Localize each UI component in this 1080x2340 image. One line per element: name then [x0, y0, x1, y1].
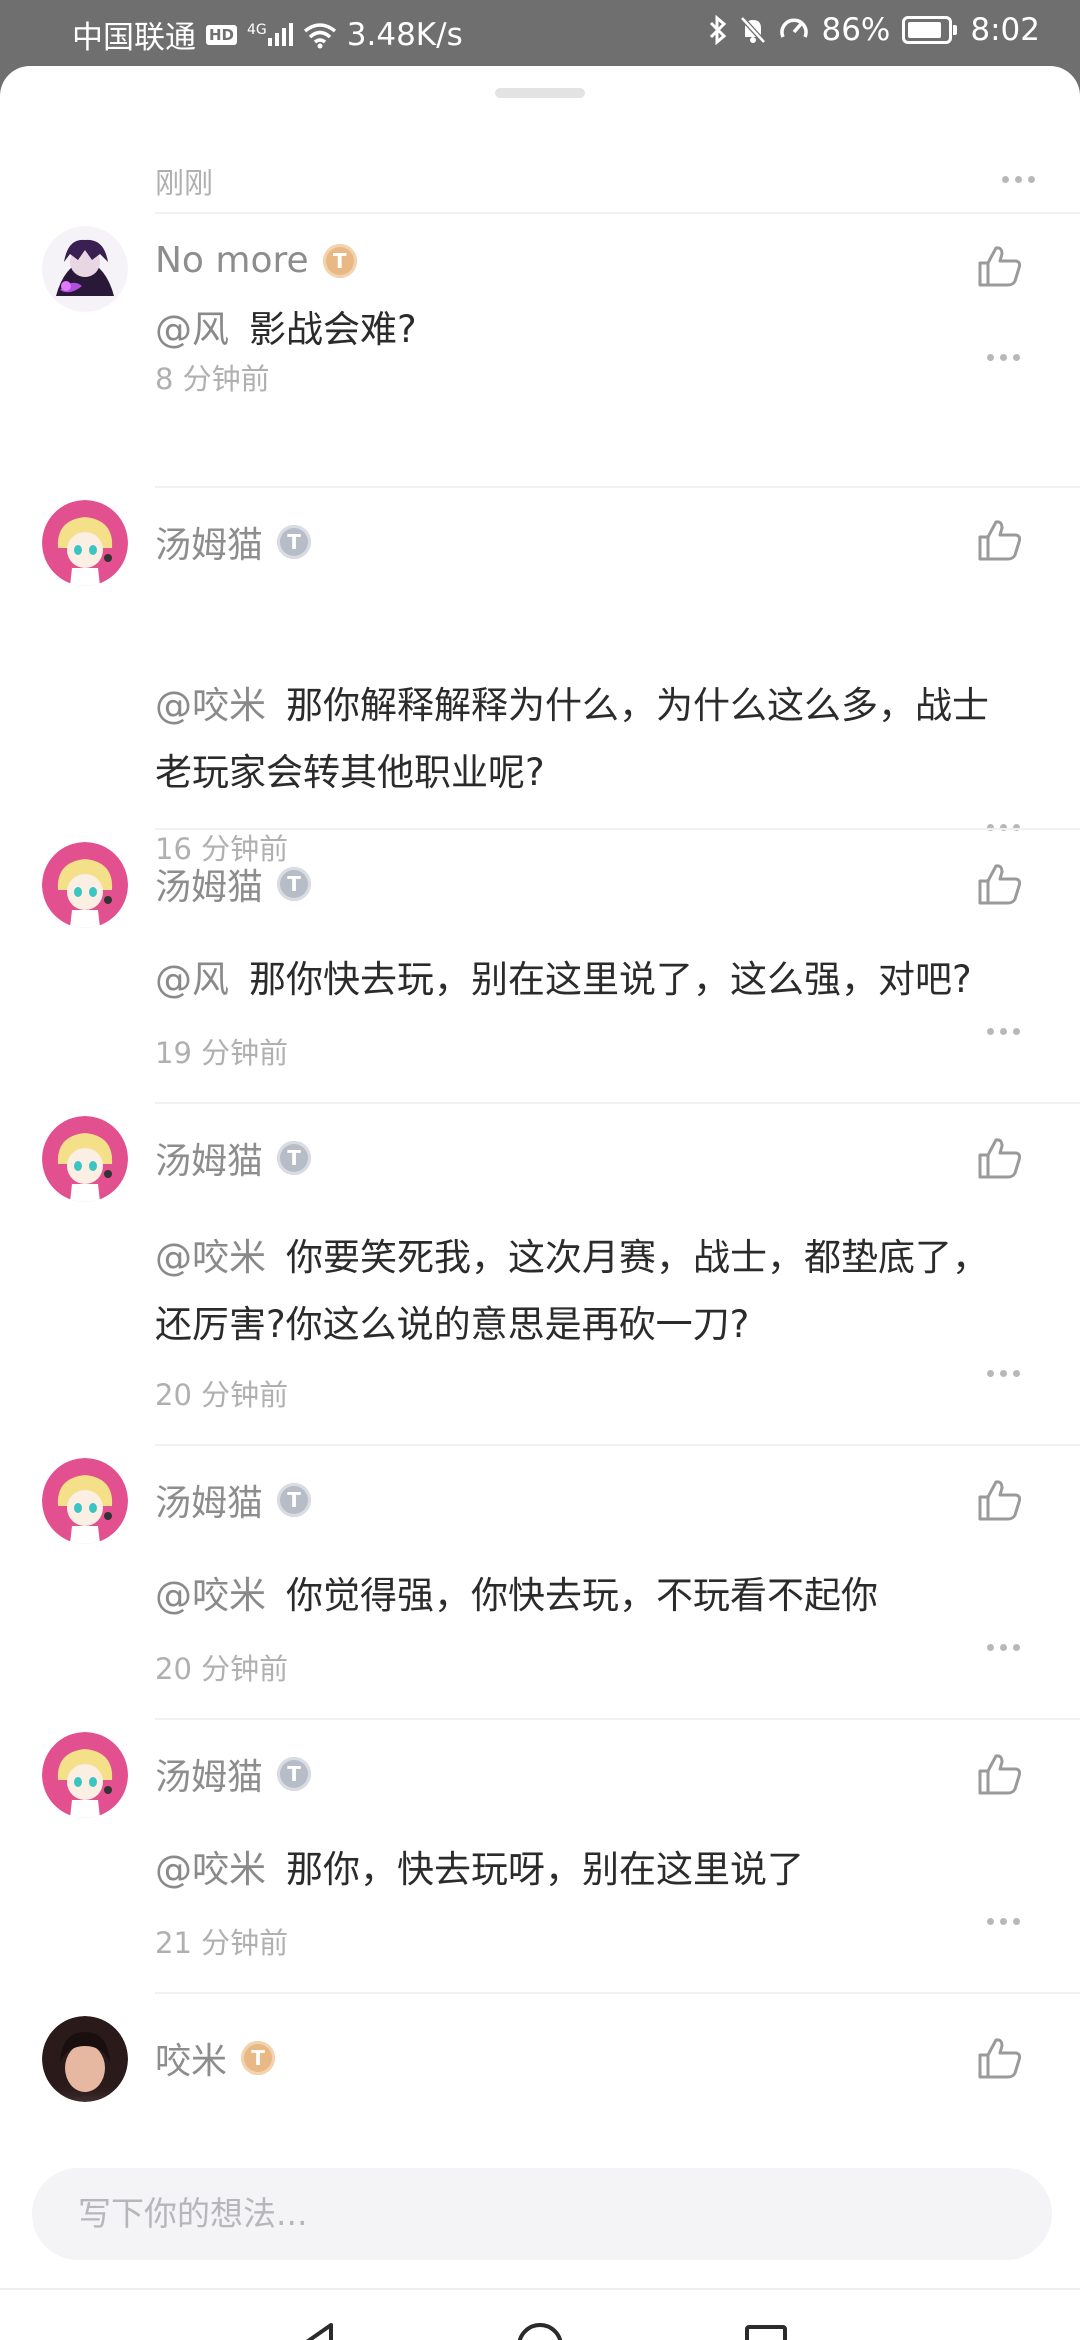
- thumbs-up-icon[interactable]: [977, 244, 1023, 288]
- recent-apps-icon[interactable]: [742, 2320, 790, 2340]
- divider: [155, 1718, 1080, 1720]
- more-icon[interactable]: [987, 1370, 1020, 1377]
- system-nav-bar: [0, 2288, 1080, 2340]
- comment-body: 那你，快去玩呀，别在这里说了: [286, 1848, 804, 1891]
- home-icon[interactable]: [514, 2320, 566, 2340]
- comment-text: @风 那你快去玩，别在这里说了，这么强，对吧?: [155, 946, 1025, 1013]
- author-name[interactable]: 汤姆猫: [155, 516, 263, 568]
- comment-author[interactable]: 汤姆猫 T: [155, 1748, 312, 1800]
- comment-text: @咬米 那你解释解释为什么，为什么这么多，战士老玩家会转其他职业呢?: [155, 672, 1025, 806]
- more-icon[interactable]: [987, 1644, 1020, 1651]
- comment-input[interactable]: 写下你的想法...: [32, 2168, 1052, 2260]
- comment-author[interactable]: 汤姆猫 T: [155, 1474, 312, 1526]
- avatar[interactable]: [42, 1458, 128, 1544]
- thumbs-up-icon[interactable]: [977, 2036, 1023, 2080]
- wifi-icon: [303, 21, 337, 49]
- comment-author[interactable]: 汤姆猫 T: [155, 516, 312, 568]
- status-bar: 中国联通 HD 4G 3.48K/s 86% 8:02: [0, 0, 1080, 64]
- network-type: 4G: [247, 21, 267, 38]
- back-icon[interactable]: [294, 2320, 338, 2340]
- author-name[interactable]: 汤姆猫: [155, 1474, 263, 1526]
- divider: [155, 212, 1080, 214]
- thumbs-up-icon[interactable]: [977, 518, 1023, 562]
- mention-link[interactable]: @咬米: [155, 684, 266, 727]
- comment-body: 影战会难?: [249, 308, 417, 351]
- comments-sheet: 刚刚 No more T @风 影战会难? 8 分钟前 汤姆猫 T @咬米 那你解释…: [0, 66, 1080, 2340]
- level-badge-icon: T: [241, 2041, 276, 2075]
- signal-icon: 4G: [247, 22, 293, 48]
- divider: [155, 828, 1080, 830]
- divider: [155, 1444, 1080, 1446]
- comment-text: @咬米 你要笑死我，这次月赛，战士，都垫底了，还厉害?你这么说的意思是再砍一刀?: [155, 1224, 1025, 1358]
- comment-body: 那你解释解释为什么，为什么这么多，战士老玩家会转其他职业呢?: [155, 684, 989, 794]
- author-name[interactable]: 汤姆猫: [155, 1748, 263, 1800]
- avatar[interactable]: [42, 1116, 128, 1202]
- author-name[interactable]: No more: [155, 240, 309, 281]
- sheet-drag-handle[interactable]: [495, 88, 585, 98]
- clock: 8:02: [970, 12, 1040, 48]
- avatar[interactable]: [42, 2016, 128, 2102]
- mention-link[interactable]: @咬米: [155, 1848, 266, 1891]
- level-badge-icon: T: [322, 243, 357, 278]
- thumbs-up-icon[interactable]: [977, 1478, 1023, 1522]
- avatar[interactable]: [42, 842, 128, 928]
- avatar[interactable]: [42, 500, 128, 586]
- level-badge-icon: T: [277, 1483, 312, 1517]
- bluetooth-icon: [709, 15, 727, 45]
- divider: [155, 1102, 1080, 1104]
- more-icon[interactable]: [987, 354, 1020, 361]
- comment-body: 那你快去玩，别在这里说了，这么强，对吧?: [249, 958, 972, 1001]
- thread-header: 刚刚: [155, 140, 1035, 210]
- speedometer-icon: [779, 15, 809, 45]
- level-badge-icon: T: [277, 867, 312, 901]
- comment-time: 8 分钟前: [155, 362, 270, 396]
- comment-author[interactable]: 汤姆猫 T: [155, 1132, 312, 1184]
- comment-input-bar: 写下你的想法...: [0, 2132, 1080, 2288]
- comment-time: 21 分钟前: [155, 1926, 289, 1960]
- author-name[interactable]: 咬米: [155, 2032, 227, 2084]
- thumbs-up-icon[interactable]: [977, 862, 1023, 906]
- author-name[interactable]: 汤姆猫: [155, 1132, 263, 1184]
- author-name[interactable]: 汤姆猫: [155, 858, 263, 910]
- mute-bell-icon: [739, 15, 767, 45]
- battery-icon: [902, 16, 958, 44]
- more-icon[interactable]: [987, 1918, 1020, 1925]
- carrier-name: 中国联通: [72, 20, 196, 56]
- level-badge-icon: T: [277, 1141, 312, 1175]
- comment-author[interactable]: 汤姆猫 T: [155, 858, 312, 910]
- divider: [155, 486, 1080, 488]
- comment-author[interactable]: 咬米 T: [155, 2032, 276, 2084]
- comment-body: 你觉得强，你快去玩，不玩看不起你: [286, 1574, 878, 1617]
- comment-text: @咬米 你觉得强，你快去玩，不玩看不起你: [155, 1562, 1025, 1629]
- more-icon[interactable]: [987, 1028, 1020, 1035]
- network-speed: 3.48K/s: [346, 16, 463, 53]
- thumbs-up-icon[interactable]: [977, 1136, 1023, 1180]
- level-badge-icon: T: [277, 1757, 312, 1791]
- level-badge-icon: T: [277, 525, 312, 559]
- mention-link[interactable]: @咬米: [155, 1236, 266, 1279]
- comment-text: @咬米 那你，快去玩呀，别在这里说了: [155, 1836, 1025, 1903]
- divider: [155, 1992, 1080, 1994]
- comment-body: 你要笑死我，这次月赛，战士，都垫底了，还厉害?你这么说的意思是再砍一刀?: [155, 1236, 989, 1346]
- comment-time: 19 分钟前: [155, 1036, 289, 1070]
- battery-percent: 86%: [821, 12, 891, 48]
- avatar[interactable]: [42, 1732, 128, 1818]
- thumbs-up-icon[interactable]: [977, 1752, 1023, 1796]
- comment-time: 20 分钟前: [155, 1652, 289, 1686]
- more-icon[interactable]: [1002, 176, 1035, 183]
- mention-link[interactable]: @风: [155, 958, 229, 1001]
- comment-time: 20 分钟前: [155, 1378, 289, 1412]
- thread-time: 刚刚: [155, 166, 214, 200]
- mention-link[interactable]: @咬米: [155, 1574, 266, 1617]
- mention-link[interactable]: @风: [155, 308, 229, 351]
- comment-text: @风 影战会难?: [155, 296, 1025, 363]
- comment-author[interactable]: No more T: [155, 240, 357, 281]
- hd-icon: HD: [206, 24, 238, 45]
- avatar[interactable]: [42, 226, 128, 312]
